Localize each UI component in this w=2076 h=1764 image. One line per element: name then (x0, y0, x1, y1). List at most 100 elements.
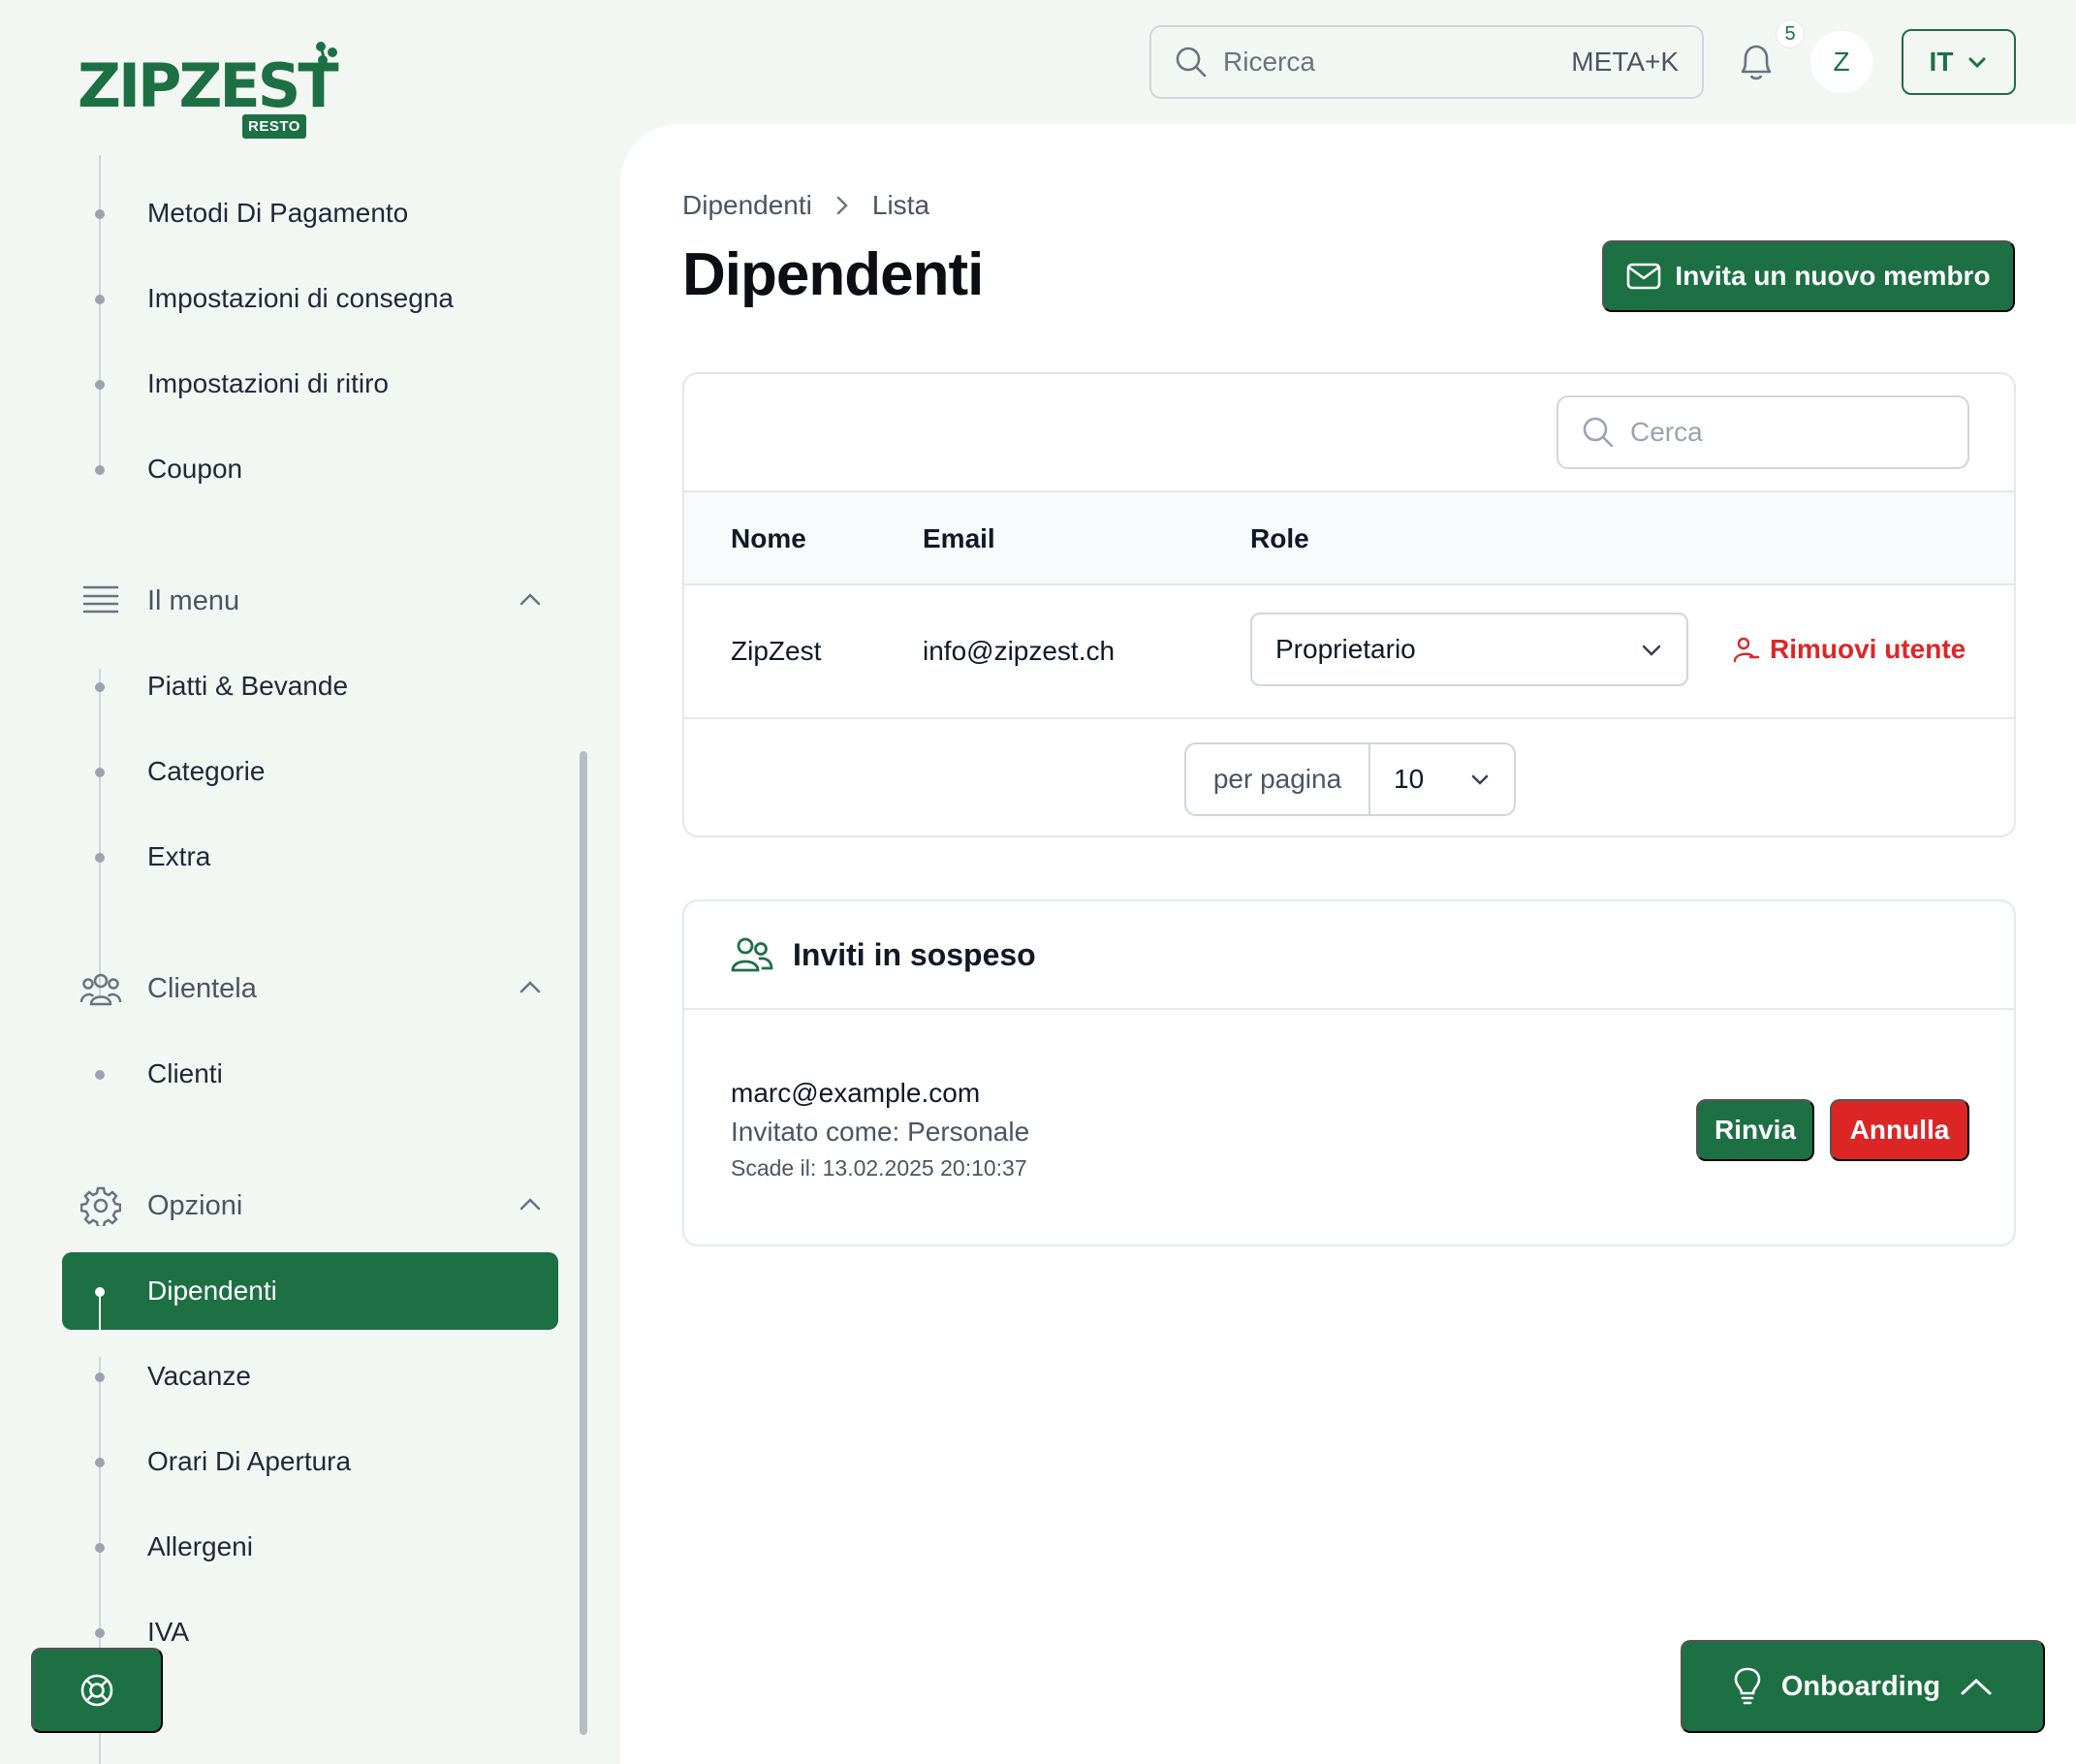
cancel-invite-button[interactable]: Annulla (1830, 1099, 1969, 1161)
tree-dot (95, 853, 105, 863)
chevron-up-icon (1961, 1678, 1992, 1695)
role-value: Proprietario (1275, 634, 1416, 664)
page-title: Dipendenti (682, 241, 984, 308)
brand-wordmark: ZIPZEST (78, 50, 339, 121)
sidebar-item-categories[interactable]: Categorie (62, 733, 558, 810)
column-header-name[interactable]: Nome (731, 523, 806, 554)
chevron-right-icon (836, 196, 848, 215)
invite-email: marc@example.com (731, 1078, 981, 1108)
lightbulb-icon (1734, 1667, 1761, 1705)
table-row: ZipZest info@zipzest.ch Proprietario Rim… (684, 585, 2014, 719)
pending-invites-card: Inviti in sospeso marc@example.com Invit… (682, 899, 2016, 1246)
search-placeholder: Ricerca (1223, 47, 1315, 77)
sidebar-item-label: Piatti & Bevande (147, 671, 349, 701)
sidebar-group-options[interactable]: Opzioni (78, 1177, 543, 1235)
sidebar-item-label: Allergeni (147, 1531, 253, 1561)
sidebar-scrollbar[interactable] (580, 751, 587, 1735)
chevron-down-icon (1642, 645, 1661, 656)
brand-logo[interactable]: ZIPZEST RESTO (78, 39, 349, 145)
per-page-label: per pagina (1186, 744, 1370, 814)
tree-stem (99, 1292, 101, 1330)
member-email: info@zipzest.ch (923, 636, 1116, 666)
users-icon (731, 937, 773, 972)
bell-icon[interactable] (1735, 39, 1777, 85)
tree-dot (95, 768, 105, 777)
chevron-down-icon (1968, 57, 1986, 69)
notification-count-badge: 5 (1776, 19, 1805, 48)
invite-role: Invitato come: Personale (731, 1117, 1030, 1147)
user-minus-icon (1733, 637, 1760, 663)
tree-dot (95, 1543, 105, 1553)
brand-badge: RESTO (242, 114, 306, 139)
sidebar-item-label: Dipendenti (147, 1276, 277, 1306)
sidebar-item-pickup-settings[interactable]: Impostazioni di ritiro (62, 345, 558, 423)
sidebar-item-employees[interactable]: Dipendenti (62, 1252, 558, 1330)
breadcrumb-link[interactable]: Dipendenti (682, 190, 812, 221)
tree-dot (95, 380, 105, 390)
sidebar-group-menu[interactable]: Il menu (78, 572, 543, 630)
per-page-value: 10 (1394, 764, 1425, 794)
avatar[interactable]: Z (1810, 31, 1872, 93)
breadcrumb-current: Lista (871, 190, 930, 220)
sidebar-item-allergens[interactable]: Allergeni (62, 1508, 558, 1586)
sidebar-group-customers[interactable]: Clientela (78, 960, 543, 1018)
chevron-up-icon[interactable] (518, 587, 543, 613)
member-name: ZipZest (731, 636, 822, 666)
sprout-icon (316, 42, 337, 69)
global-search-input[interactable]: Ricerca META+K (1149, 25, 1704, 99)
sidebar-item-coupon[interactable]: Coupon (62, 430, 558, 508)
chevron-up-icon[interactable] (518, 975, 543, 1000)
menu-lines-icon (78, 578, 124, 624)
column-header-role[interactable]: Role (1250, 523, 1309, 554)
members-card: Cerca Nome Email Role ZipZest info@zipze… (682, 372, 2016, 837)
sidebar-group-label: Opzioni (147, 1189, 243, 1221)
tree-dot (95, 209, 105, 219)
column-header-email[interactable]: Email (923, 523, 995, 554)
invite-member-button[interactable]: Invita un nuovo membro (1602, 240, 2015, 312)
remove-user-label: Rimuovi utente (1770, 634, 1966, 664)
chevron-up-icon[interactable] (518, 1192, 543, 1217)
sidebar-item-label: Coupon (147, 454, 243, 484)
tree-dot (95, 1628, 105, 1638)
role-select[interactable]: Proprietario (1250, 613, 1688, 686)
tree-dot (95, 465, 105, 475)
users-icon (78, 965, 124, 1012)
help-button[interactable] (31, 1648, 163, 1733)
sidebar-item-label: Extra (147, 841, 211, 871)
per-page-select[interactable]: per pagina 10 (1184, 742, 1516, 816)
per-page-value-wrap[interactable]: 10 (1370, 744, 1514, 814)
mail-icon (1627, 263, 1661, 290)
sidebar-item-delivery-settings[interactable]: Impostazioni di consegna (62, 260, 558, 337)
lifebuoy-icon (80, 1674, 113, 1707)
sidebar-item-holidays[interactable]: Vacanze (62, 1338, 558, 1415)
tree-dot (95, 1458, 105, 1467)
language-value: IT (1929, 47, 1954, 77)
sidebar-item-opening-hours[interactable]: Orari Di Apertura (62, 1423, 558, 1500)
sidebar-item-clients[interactable]: Clienti (62, 1035, 558, 1113)
onboarding-button[interactable]: Onboarding (1681, 1640, 2045, 1733)
pending-invites-header: Inviti in sospeso (684, 901, 2014, 1010)
invite-expiry: Scade il: 13.02.2025 20:10:37 (731, 1155, 1027, 1181)
sidebar-item-label: Vacanze (147, 1361, 251, 1391)
sidebar-item-payment-methods[interactable]: Metodi Di Pagamento (62, 174, 558, 252)
search-shortcut: META+K (1571, 47, 1679, 77)
sidebar-item-dishes-drinks[interactable]: Piatti & Bevande (62, 647, 558, 725)
sidebar-item-label: Impostazioni di ritiro (147, 368, 389, 398)
tree-dot (95, 1070, 105, 1080)
table-header: Nome Email Role (684, 490, 2014, 585)
resend-invite-button[interactable]: Rinvia (1696, 1099, 1814, 1161)
sidebar-item-label: IVA (147, 1617, 190, 1647)
members-search-placeholder: Cerca (1630, 417, 1703, 447)
sidebar-nav: Metodi Di Pagamento Impostazioni di cons… (0, 155, 601, 1764)
gear-icon (78, 1182, 124, 1229)
remove-user-button[interactable]: Rimuovi utente (1733, 634, 1966, 665)
sidebar-item-extra[interactable]: Extra (62, 818, 558, 896)
sidebar-group-label: Il menu (147, 584, 240, 616)
sidebar-item-label: Metodi Di Pagamento (147, 198, 409, 228)
sidebar-item-label: Categorie (147, 756, 266, 786)
tree-dot (95, 295, 105, 304)
onboarding-label: Onboarding (1780, 1670, 1941, 1702)
sidebar-item-label: Clienti (147, 1058, 223, 1088)
members-search-input[interactable]: Cerca (1557, 395, 1969, 469)
language-select[interactable]: IT (1902, 29, 2016, 95)
